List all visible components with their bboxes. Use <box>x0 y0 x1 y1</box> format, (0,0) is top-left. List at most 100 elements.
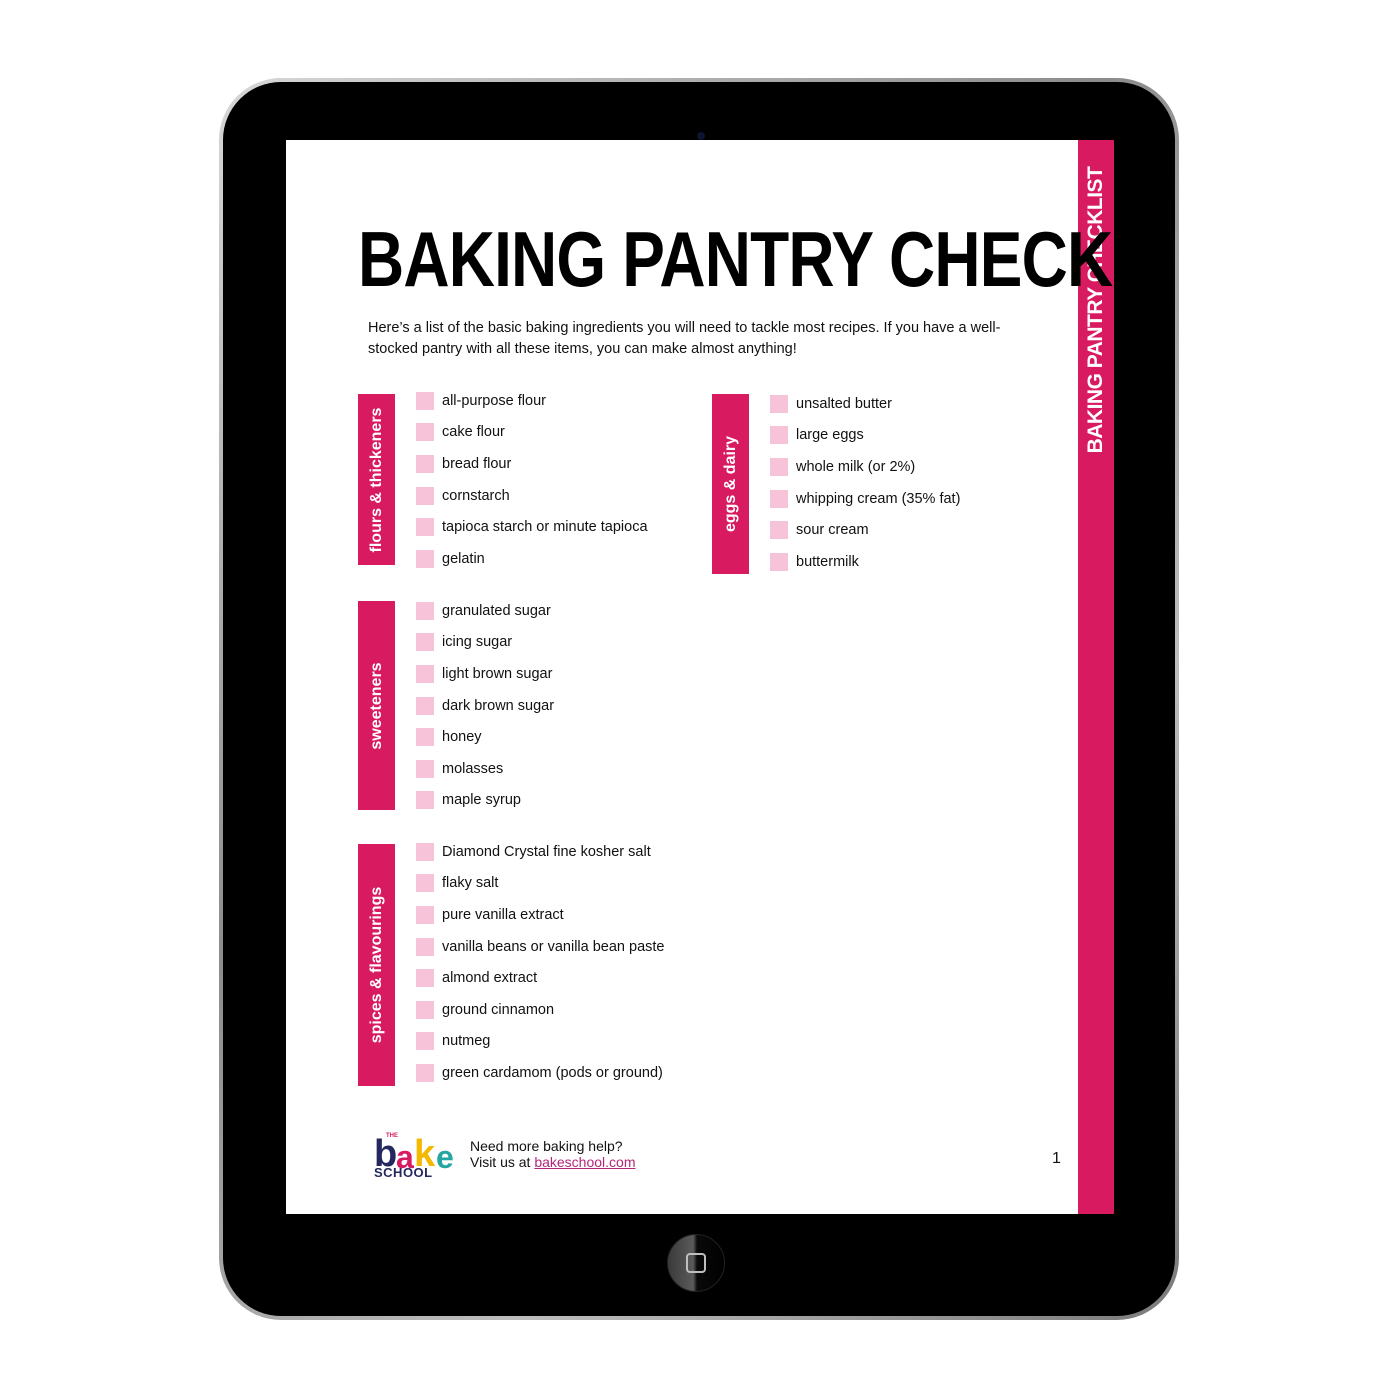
checklist-item[interactable]: light brown sugar <box>416 658 554 690</box>
page-number: 1 <box>1052 1150 1061 1167</box>
checklist-item[interactable]: nutmeg <box>416 1026 664 1058</box>
checklist-item[interactable]: icing sugar <box>416 627 554 659</box>
home-square-icon <box>686 1253 706 1273</box>
category-label: spices & flavourings <box>367 886 385 1044</box>
logo-letter: e <box>436 1139 454 1175</box>
footer-line-1: Need more baking help? <box>470 1138 623 1154</box>
item-label: light brown sugar <box>442 665 553 682</box>
checkbox[interactable] <box>416 874 434 893</box>
checkbox[interactable] <box>416 518 434 537</box>
item-label: Diamond Crystal fine kosher salt <box>442 843 651 860</box>
category-label: eggs & dairy <box>721 435 739 533</box>
item-label: honey <box>442 729 482 746</box>
checklist-item[interactable]: honey <box>416 721 554 753</box>
checkbox[interactable] <box>416 664 434 683</box>
tablet-screen: BAKING PANTRY CHECKLIST BAKING PANTRY CH… <box>286 140 1114 1214</box>
item-label: dark brown sugar <box>442 697 555 714</box>
checkbox[interactable] <box>416 601 434 620</box>
checklist-item[interactable]: large eggs <box>770 420 960 452</box>
checkbox[interactable] <box>416 905 434 924</box>
checklist-item[interactable]: whipping cream (35% fat) <box>770 483 960 515</box>
checklist-item[interactable]: flaky salt <box>416 868 664 900</box>
footer-line-2: Visit us at bakeschool.com <box>470 1154 636 1170</box>
item-label: bread flour <box>442 455 512 472</box>
checkbox[interactable] <box>416 759 434 778</box>
checklist: unsalted butter large eggs whole milk (o… <box>770 388 960 578</box>
item-label: sour cream <box>796 522 869 539</box>
camera-icon <box>697 132 705 140</box>
logo-school: SCHOOL <box>374 1165 433 1180</box>
checklist-item[interactable]: cornstarch <box>416 480 648 512</box>
checkbox[interactable] <box>416 937 434 956</box>
checklist: Diamond Crystal fine kosher salt flaky s… <box>416 836 664 1089</box>
category-label: flours & thickeners <box>367 407 385 552</box>
checkbox[interactable] <box>770 394 788 413</box>
item-label: large eggs <box>796 427 864 444</box>
checkbox[interactable] <box>770 489 788 508</box>
checkbox[interactable] <box>770 426 788 445</box>
checklist-item[interactable]: bread flour <box>416 448 648 480</box>
checkbox[interactable] <box>416 791 434 810</box>
item-label: whole milk (or 2%) <box>796 458 916 475</box>
item-label: almond extract <box>442 970 538 987</box>
item-label: nutmeg <box>442 1033 491 1050</box>
checklist-item[interactable]: granulated sugar <box>416 595 554 627</box>
bake-school-logo[interactable]: b THE a k e SCHOOL <box>374 1133 464 1183</box>
checklist-item[interactable]: whole milk (or 2%) <box>770 451 960 483</box>
item-label: gelatin <box>442 550 485 567</box>
item-label: molasses <box>442 760 504 777</box>
checkbox[interactable] <box>416 454 434 473</box>
checklist: granulated sugar icing sugar light brown… <box>416 595 554 816</box>
item-label: whipping cream (35% fat) <box>796 490 961 507</box>
checklist-item[interactable]: buttermilk <box>770 546 960 578</box>
checkbox[interactable] <box>416 1000 434 1019</box>
checklist-item[interactable]: tapioca starch or minute tapioca <box>416 511 648 543</box>
checklist-item[interactable]: Diamond Crystal fine kosher salt <box>416 836 664 868</box>
bakeschool-link[interactable]: bakeschool.com <box>534 1154 635 1170</box>
item-label: tapioca starch or minute tapioca <box>442 519 648 536</box>
checklist-item[interactable]: ground cinnamon <box>416 994 664 1026</box>
checkbox[interactable] <box>416 633 434 652</box>
category-label: sweeteners <box>367 661 385 750</box>
item-label: unsalted butter <box>796 395 892 412</box>
checklist-item[interactable]: green cardamom (pods or ground) <box>416 1057 664 1089</box>
home-button[interactable] <box>667 1234 725 1292</box>
category-band: flours & thickeners <box>358 394 395 565</box>
item-label: maple syrup <box>442 792 521 809</box>
checklist-item[interactable]: dark brown sugar <box>416 690 554 722</box>
item-label: cornstarch <box>442 487 510 504</box>
item-label: cake flour <box>442 424 505 441</box>
checkbox[interactable] <box>416 486 434 505</box>
item-label: ground cinnamon <box>442 1001 555 1018</box>
checklist-item[interactable]: pure vanilla extract <box>416 899 664 931</box>
checklist-item[interactable]: all-purpose flour <box>416 385 648 417</box>
checkbox[interactable] <box>416 423 434 442</box>
checklist-item[interactable]: maple syrup <box>416 785 554 817</box>
category-band: sweeteners <box>358 601 395 810</box>
checkbox[interactable] <box>770 552 788 571</box>
item-label: all-purpose flour <box>442 392 546 409</box>
checklist: all-purpose flour cake flour bread flour… <box>416 385 648 575</box>
item-label: pure vanilla extract <box>442 906 564 923</box>
checkbox[interactable] <box>416 842 434 861</box>
checkbox[interactable] <box>416 549 434 568</box>
checkbox[interactable] <box>416 391 434 410</box>
category-band: eggs & dairy <box>712 394 749 574</box>
checkbox[interactable] <box>416 1063 434 1082</box>
checkbox[interactable] <box>770 521 788 540</box>
checkbox[interactable] <box>416 696 434 715</box>
checklist-item[interactable]: sour cream <box>770 514 960 546</box>
checklist-item[interactable]: molasses <box>416 753 554 785</box>
checkbox[interactable] <box>770 457 788 476</box>
checklist-item[interactable]: unsalted butter <box>770 388 960 420</box>
item-label: flaky salt <box>442 875 499 892</box>
side-band-title: BAKING PANTRY CHECKLIST <box>1084 166 1107 454</box>
checkbox[interactable] <box>416 1032 434 1051</box>
checkbox[interactable] <box>416 728 434 747</box>
checklist-item[interactable]: almond extract <box>416 962 664 994</box>
checkbox[interactable] <box>416 969 434 988</box>
checklist-item[interactable]: cake flour <box>416 417 648 449</box>
page-title: BAKING PANTRY CHECKLIST <box>358 215 1114 303</box>
checklist-item[interactable]: vanilla beans or vanilla bean paste <box>416 931 664 963</box>
checklist-item[interactable]: gelatin <box>416 543 648 575</box>
